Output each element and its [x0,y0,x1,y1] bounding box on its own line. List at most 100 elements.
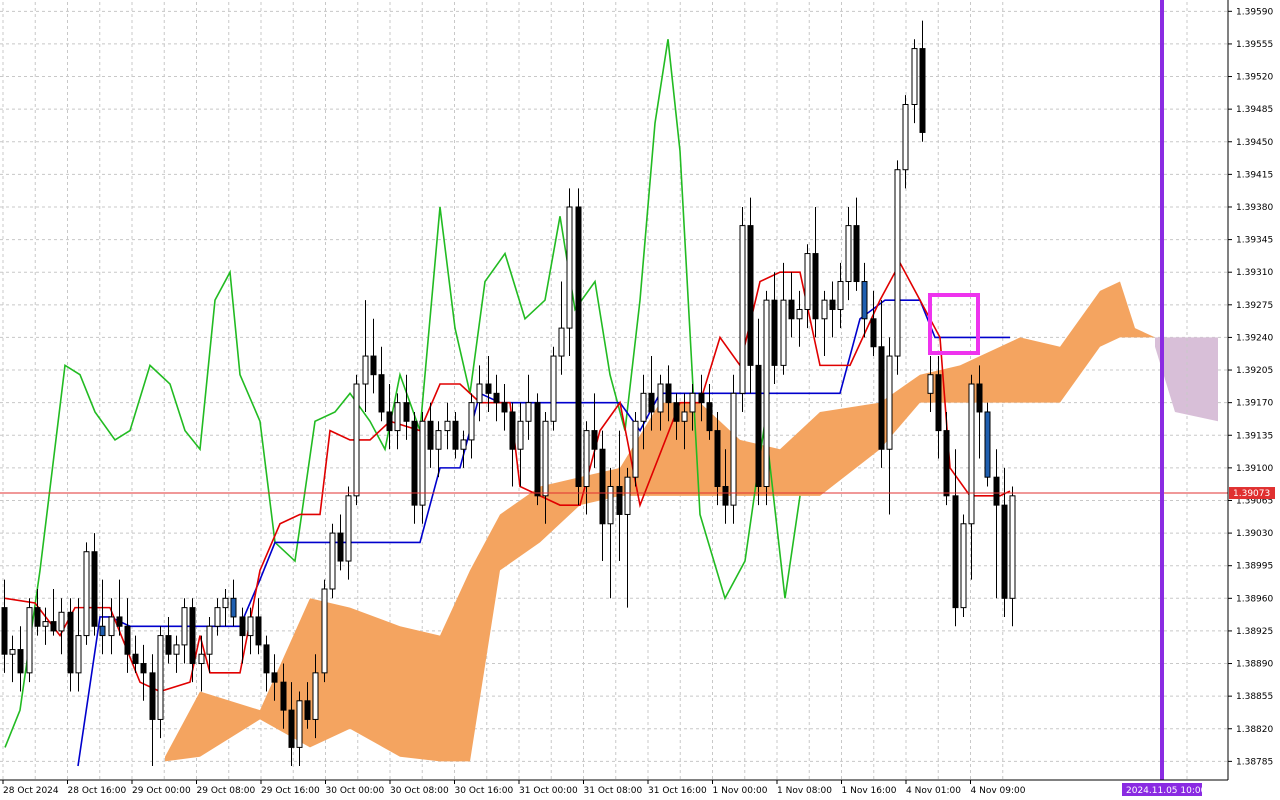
price-chart[interactable]: 1.39590 1.39555 1.39520 1.39485 1.39450 1.394… [0,0,1280,800]
candle-body [534,402,541,497]
candle-body [755,364,762,488]
candle-body [26,607,33,674]
candle-body [558,327,565,357]
candle-body [9,649,16,655]
price-tick-label: 1.39415 [1236,170,1273,180]
candle-body [181,607,188,646]
candle-body [673,402,680,422]
time-tick-label: 30 Oct 00:00 [326,786,385,796]
candle-body [67,611,74,674]
candle-body [911,48,918,105]
candle-body [75,635,82,674]
price-tick-label: 1.39520 [1236,73,1273,83]
candle-body [976,383,983,413]
candle-body [894,169,901,357]
candle-body [984,411,991,478]
candle-body [804,253,811,310]
candle-body [206,625,213,655]
candle-body [34,607,41,627]
candle-body [42,621,49,627]
time-tick-label: 29 Oct 00:00 [132,786,191,796]
candle-body [222,597,229,609]
current-price-label: 1.39073 [1233,489,1270,499]
candle-body [706,402,713,432]
candle-body [714,430,721,488]
price-tick-label: 1.38960 [1236,594,1273,604]
candle-body [214,607,221,627]
candle-body [525,402,532,422]
candle-body [280,681,287,711]
candle-body [132,653,139,665]
candle-body [468,402,475,441]
candle-body [993,476,1000,506]
price-tick-label: 1.38890 [1236,660,1273,670]
time-tick-label: 31 Oct 00:00 [519,786,578,796]
candle-body [952,495,959,609]
candle-body [861,281,868,320]
candle-body [427,420,434,450]
time-tick-label: 1 Nov 16:00 [842,786,897,796]
candle-body [198,653,205,665]
price-tick-label: 1.39590 [1236,7,1273,17]
candle-body [345,495,352,562]
candle-body [435,430,442,450]
candle-body [607,486,614,525]
time-tick-label: 29 Oct 16:00 [261,786,320,796]
candle-body [583,430,590,488]
candle-body [845,225,852,283]
time-tick-label: 29 Oct 08:00 [197,786,256,796]
candle-body [165,635,172,655]
candle-body [698,392,705,404]
candle-body [230,597,237,618]
candle-body [157,635,164,720]
price-tick-label: 1.39100 [1236,464,1273,474]
candle-body [353,383,360,497]
time-tick-label: 4 Nov 09:00 [971,786,1026,796]
candle-body [943,430,950,497]
candle-body [378,374,385,413]
candle-body [263,644,270,674]
candle-body [821,299,828,320]
candle-body [796,308,803,320]
candle-body [919,48,926,133]
candle-body [829,299,836,310]
candle-body [739,225,746,394]
candle-body [517,420,524,450]
candle-body [722,486,729,506]
candle-body [968,383,975,525]
price-tick-label: 1.39205 [1236,366,1273,376]
price-tick-label: 1.39310 [1236,268,1273,278]
candle-body [140,663,147,674]
candle-body [747,225,754,366]
time-tick-label: 31 Oct 16:00 [648,786,707,796]
candle-body [788,299,795,320]
candle-body [640,392,647,422]
candle-body [99,625,106,637]
price-tick-label: 1.39240 [1236,333,1273,343]
candle-body [681,411,688,422]
candle-body [935,374,942,432]
candle-body [386,411,393,432]
candle-body [632,420,639,478]
candle-body [870,318,877,348]
candle-body [566,206,573,329]
time-tick-label: 4 Nov 01:00 [906,786,961,796]
candle-body [296,700,303,748]
candle-body [337,532,344,562]
candle-body [58,611,65,632]
price-tick-label: 1.38995 [1236,562,1273,572]
candle-body [878,346,885,450]
time-tick-label: 1 Nov 08:00 [777,786,832,796]
candle-body [452,420,459,450]
candle-body [271,672,278,683]
candle-body [689,392,696,413]
candle-body [189,607,196,665]
candle-body [501,402,508,413]
price-tick-label: 1.39450 [1236,138,1273,148]
candle-body [17,649,24,674]
price-tick-label: 1.38785 [1236,757,1273,767]
candle-body [255,616,262,646]
candle-body [321,588,328,674]
candle-body [886,355,893,450]
time-tick-label: 30 Oct 16:00 [455,786,514,796]
